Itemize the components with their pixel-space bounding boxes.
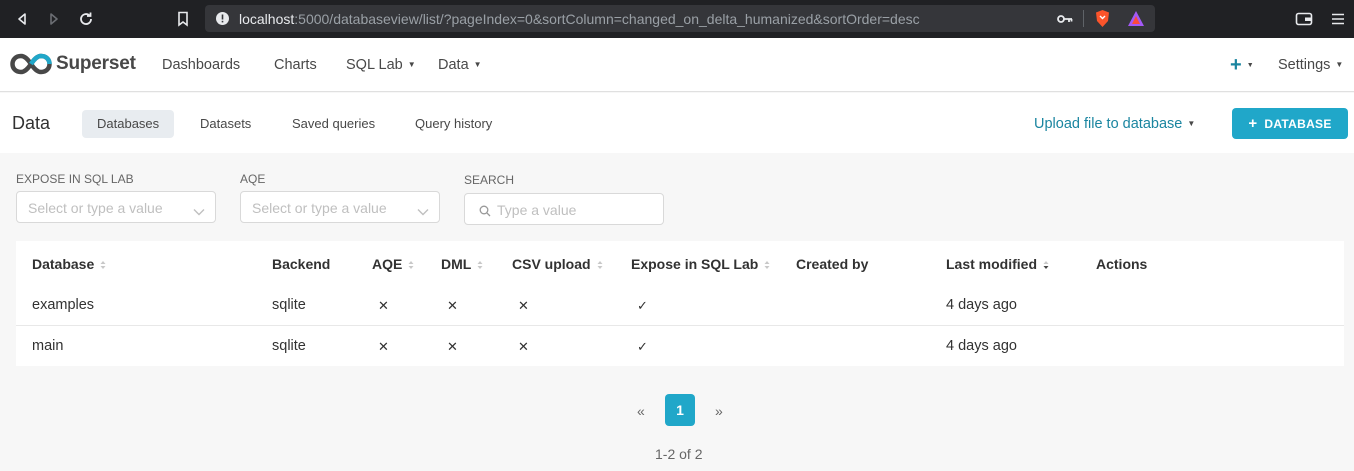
cell-aqe-x-icon: ✕ bbox=[378, 298, 389, 313]
column-header-actions: Actions bbox=[1096, 256, 1148, 272]
pagination-prev[interactable]: « bbox=[637, 403, 645, 419]
column-header-label: AQE bbox=[372, 256, 403, 272]
filter-label-search: SEARCH bbox=[464, 173, 515, 187]
caret-down-icon: ▼ bbox=[407, 60, 416, 69]
column-header-created-by: Created by bbox=[796, 256, 869, 272]
caret-down-icon: ▼ bbox=[1187, 119, 1196, 128]
brand-name: Superset bbox=[56, 53, 136, 74]
reload-icon[interactable] bbox=[76, 9, 96, 29]
sort-icon bbox=[100, 257, 106, 273]
back-icon[interactable] bbox=[12, 9, 32, 29]
cell-aqe-x-icon: ✕ bbox=[378, 339, 389, 354]
sort-icon bbox=[408, 257, 414, 273]
filter-label-aqe: AQE bbox=[240, 172, 266, 186]
subheader: Data Databases Datasets Saved queries Qu… bbox=[0, 93, 1354, 153]
address-divider bbox=[1083, 10, 1084, 27]
key-icon[interactable] bbox=[1057, 12, 1073, 30]
nav-data-label: Data bbox=[438, 57, 469, 73]
chevron-down-icon bbox=[193, 203, 205, 221]
sort-desc-icon bbox=[1043, 257, 1049, 273]
column-header-backend: Backend bbox=[272, 256, 331, 272]
brand-logo[interactable]: Superset bbox=[10, 52, 136, 76]
column-header-label: CSV upload bbox=[512, 256, 591, 272]
cell-backend: sqlite bbox=[272, 338, 306, 354]
bookmark-icon[interactable] bbox=[173, 9, 193, 29]
address-bar[interactable]: localhost:5000/databaseview/list/?pageIn… bbox=[205, 5, 1155, 32]
table-row: main sqlite ✕ ✕ ✕ ✓ 4 days ago bbox=[16, 326, 1344, 367]
column-header-label: Expose in SQL Lab bbox=[631, 256, 759, 272]
app-header: Superset Dashboards Charts SQL Lab ▼ Data… bbox=[0, 38, 1354, 92]
cell-csv-x-icon: ✕ bbox=[518, 298, 529, 313]
rewards-icon[interactable] bbox=[1127, 10, 1145, 32]
sort-icon bbox=[764, 257, 770, 273]
pagination-count: 1-2 of 2 bbox=[655, 446, 703, 462]
nav-sql-lab-label: SQL Lab bbox=[346, 57, 403, 73]
forward-icon[interactable] bbox=[44, 9, 64, 29]
tab-datasets[interactable]: Datasets bbox=[185, 110, 266, 138]
cell-backend: sqlite bbox=[272, 297, 306, 313]
nav-data[interactable]: Data ▼ bbox=[438, 57, 482, 73]
add-database-label: DATABASE bbox=[1264, 116, 1332, 131]
aqe-select[interactable]: Select or type a value bbox=[240, 191, 440, 223]
column-header-database[interactable]: Database bbox=[32, 256, 106, 273]
plus-icon: + bbox=[1248, 115, 1258, 132]
table-row: examples sqlite ✕ ✕ ✕ ✓ 4 days ago bbox=[16, 285, 1344, 326]
wallet-icon[interactable] bbox=[1294, 9, 1314, 29]
column-header-label: Last modified bbox=[946, 256, 1038, 272]
url-text: localhost:5000/databaseview/list/?pageIn… bbox=[239, 11, 920, 27]
sort-icon bbox=[477, 257, 483, 273]
page-title: Data bbox=[12, 113, 51, 133]
cell-expose-check-icon: ✓ bbox=[637, 298, 648, 313]
caret-down-icon: ▼ bbox=[473, 60, 482, 69]
search-placeholder: Type a value bbox=[497, 202, 577, 218]
cell-database: examples bbox=[32, 297, 95, 313]
expose-in-sql-lab-select[interactable]: Select or type a value bbox=[16, 191, 216, 223]
column-header-expose[interactable]: Expose in SQL Lab bbox=[631, 256, 770, 273]
pagination-next[interactable]: » bbox=[715, 403, 723, 419]
tab-query-history[interactable]: Query history bbox=[400, 110, 507, 138]
column-header-csv-upload[interactable]: CSV upload bbox=[512, 256, 603, 273]
cell-database: main bbox=[32, 338, 64, 354]
pagination-page-1[interactable]: 1 bbox=[665, 394, 695, 426]
column-header-aqe[interactable]: AQE bbox=[372, 256, 414, 273]
menu-icon[interactable] bbox=[1328, 9, 1348, 29]
caret-down-icon: ▼ bbox=[1335, 60, 1344, 69]
select-placeholder: Select or type a value bbox=[28, 200, 163, 216]
new-menu-button[interactable]: + ▼ bbox=[1230, 54, 1254, 77]
upload-file-label: Upload file to database bbox=[1034, 116, 1183, 132]
caret-down-icon: ▼ bbox=[1246, 62, 1254, 69]
nav-settings-label: Settings bbox=[1278, 57, 1331, 73]
filter-label-expose: EXPOSE IN SQL LAB bbox=[16, 172, 134, 186]
site-info-icon[interactable] bbox=[215, 11, 230, 31]
column-header-dml[interactable]: DML bbox=[441, 256, 483, 273]
search-input[interactable]: Type a value bbox=[464, 193, 664, 225]
nav-charts[interactable]: Charts bbox=[274, 57, 317, 73]
browser-toolbar: localhost:5000/databaseview/list/?pageIn… bbox=[0, 0, 1354, 38]
column-header-label: DML bbox=[441, 256, 472, 272]
column-header-label: Database bbox=[32, 256, 95, 272]
cell-last-modified: 4 days ago bbox=[946, 297, 1017, 313]
search-icon bbox=[479, 204, 491, 222]
cell-dml-x-icon: ✕ bbox=[447, 298, 458, 313]
select-placeholder: Select or type a value bbox=[252, 200, 387, 216]
tab-saved-queries[interactable]: Saved queries bbox=[277, 110, 390, 138]
cell-dml-x-icon: ✕ bbox=[447, 339, 458, 354]
cell-last-modified: 4 days ago bbox=[946, 338, 1017, 354]
cell-csv-x-icon: ✕ bbox=[518, 339, 529, 354]
databases-table: Database Backend AQE DML CSV upload Expo… bbox=[16, 241, 1344, 366]
chevron-down-icon bbox=[417, 203, 429, 221]
nav-sql-lab[interactable]: SQL Lab ▼ bbox=[346, 57, 416, 73]
upload-file-dropdown[interactable]: Upload file to database ▼ bbox=[1034, 116, 1195, 132]
brave-shield-icon[interactable] bbox=[1094, 9, 1111, 33]
tab-databases[interactable]: Databases bbox=[82, 110, 175, 138]
nav-dashboards[interactable]: Dashboards bbox=[162, 57, 240, 73]
nav-settings[interactable]: Settings ▼ bbox=[1278, 57, 1343, 73]
sort-icon bbox=[597, 257, 603, 273]
cell-expose-check-icon: ✓ bbox=[637, 339, 648, 354]
column-header-last-modified[interactable]: Last modified bbox=[946, 256, 1049, 273]
add-database-button[interactable]: + DATABASE bbox=[1232, 108, 1348, 139]
superset-logo-icon bbox=[10, 53, 52, 75]
plus-icon: + bbox=[1230, 54, 1242, 76]
